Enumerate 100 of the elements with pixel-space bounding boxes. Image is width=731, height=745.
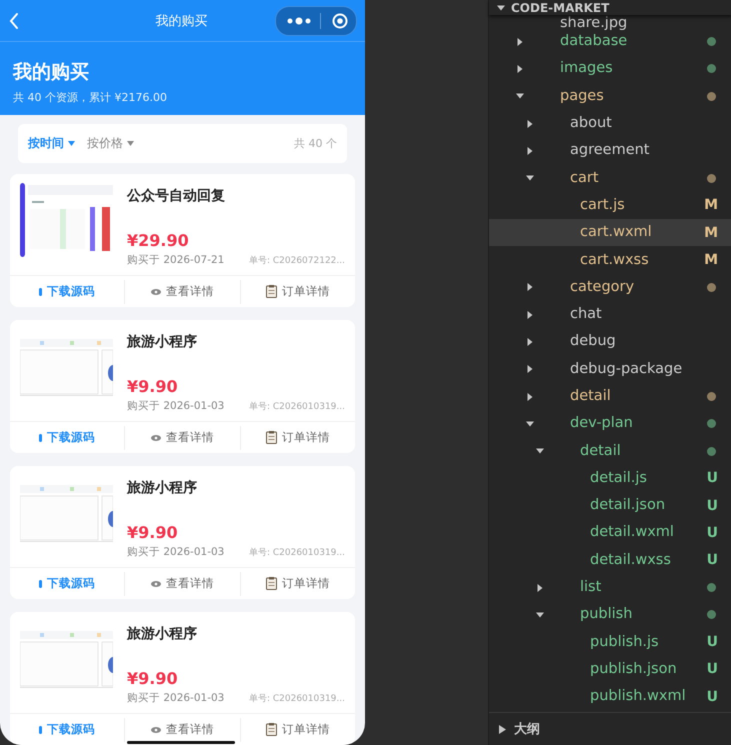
folder-row[interactable]: agreement	[489, 137, 731, 164]
order-number: 单号: C2026072122...	[248, 254, 345, 266]
folder-name: publish	[580, 606, 632, 624]
close-target-icon[interactable]	[332, 12, 348, 28]
order-number: 单号: C2026010319...	[248, 546, 345, 558]
file-name: publish.wxml	[590, 688, 686, 706]
product-title: 旅游小程序	[127, 333, 198, 351]
caret-right-icon	[526, 365, 534, 374]
clipboard-icon	[266, 285, 277, 298]
caret-down-icon	[526, 420, 534, 428]
caret-down-icon	[526, 174, 534, 182]
file-row[interactable]: cart.wxss M	[489, 246, 731, 274]
caret-right-icon	[526, 338, 534, 346]
file-row[interactable]: cart.wxml M	[489, 219, 731, 246]
folder-row[interactable]: chat	[489, 300, 731, 328]
price: ¥9.90	[127, 523, 179, 542]
dropdown-triangle-icon	[127, 141, 134, 146]
folder-name: debug	[570, 333, 616, 350]
git-status-label: M	[704, 224, 718, 241]
folder-name: chat	[570, 306, 602, 324]
file-row[interactable]: publish.json U	[489, 656, 731, 684]
product-title: 旅游小程序	[127, 479, 198, 497]
file-row[interactable]: detail.wxss U	[489, 546, 731, 574]
folder-name: category	[570, 278, 634, 296]
more-icon[interactable]	[287, 16, 311, 24]
summary-text: 共 40 个资源，累计 ¥2176.00	[13, 90, 168, 105]
folder-row[interactable]: publish	[489, 601, 731, 629]
caret-right-icon	[516, 64, 524, 73]
file-row[interactable]: detail.wxml U	[489, 519, 731, 547]
file-name: publish.json	[590, 660, 677, 678]
view-details-button[interactable]: 查看详情	[124, 426, 240, 450]
caret-down-icon	[536, 610, 544, 619]
eye-icon	[150, 434, 161, 440]
order-details-button[interactable]: 订单详情	[240, 718, 355, 742]
caret-down-icon	[516, 92, 524, 100]
folder-row[interactable]: images	[489, 55, 731, 83]
file-name: publish.js	[590, 634, 659, 651]
folder-name: dev-plan	[570, 415, 633, 432]
product-title: 旅游小程序	[127, 625, 198, 643]
folder-name: detail	[580, 442, 621, 460]
folder-name: database	[560, 33, 628, 50]
price: ¥29.90	[127, 231, 190, 250]
folder-name: agreement	[570, 142, 650, 160]
view-details-button[interactable]: 查看详情	[124, 280, 240, 304]
caret-right-icon	[526, 120, 534, 128]
download-icon	[39, 726, 42, 734]
folder-name: images	[560, 60, 613, 78]
total-count: 共 40 个	[294, 136, 337, 151]
order-number: 单号: C2026010319...	[248, 692, 345, 704]
order-details-button[interactable]: 订单详情	[240, 426, 355, 450]
folder-row[interactable]: cart	[489, 164, 731, 192]
folder-row[interactable]: dev-plan	[489, 410, 731, 438]
caret-right-icon	[526, 310, 534, 319]
folder-name: list	[580, 579, 602, 596]
back-icon[interactable]	[8, 12, 20, 30]
git-status-label: U	[706, 470, 718, 486]
file-name: cart.wxml	[580, 224, 652, 242]
caret-right-icon	[526, 283, 534, 292]
nav-title: 我的购买	[154, 12, 208, 30]
folder-row[interactable]: debug-package	[489, 356, 731, 383]
eye-icon	[150, 726, 161, 732]
sort-tab[interactable]: 按价格	[87, 135, 134, 152]
order-details-button[interactable]: 订单详情	[240, 280, 355, 304]
file-row[interactable]: publish.js U	[489, 628, 731, 656]
file-name: detail.js	[590, 470, 647, 487]
folder-name: cart	[570, 170, 599, 187]
price: ¥9.90	[127, 669, 179, 688]
project-title[interactable]: CODE-MARKET	[511, 1, 610, 15]
purchase-date: 购买于 2026-01-03	[127, 691, 224, 705]
clipboard-icon	[266, 723, 277, 736]
caret-right-icon	[526, 146, 534, 155]
folder-row[interactable]: detail	[489, 437, 731, 465]
folder-name: pages	[560, 88, 604, 105]
caret-down-icon[interactable]	[497, 4, 505, 12]
caret-right-icon	[499, 724, 506, 734]
eye-icon	[150, 288, 161, 294]
purchase-date: 购买于 2026-07-21	[127, 253, 224, 267]
view-details-button[interactable]: 查看详情	[124, 572, 240, 596]
folder-row[interactable]: debug	[489, 328, 731, 356]
purchase-date: 购买于 2026-01-03	[127, 545, 224, 559]
git-status-label: U	[706, 524, 718, 541]
order-details-button[interactable]: 订单详情	[240, 572, 355, 596]
file-name: cart.js	[580, 196, 625, 214]
file-name: detail.json	[590, 497, 666, 514]
folder-row[interactable]: pages	[489, 82, 731, 110]
folder-row[interactable]: category	[489, 274, 731, 301]
file-row[interactable]: publish.wxml U	[489, 683, 731, 710]
folder-row[interactable]: list	[489, 574, 731, 602]
folder-row[interactable]: detail	[489, 382, 731, 410]
folder-name: debug-package	[570, 360, 682, 378]
folder-name: detail	[570, 388, 611, 405]
git-status-label: U	[706, 552, 718, 568]
folder-row[interactable]: about	[489, 110, 731, 138]
file-row[interactable]: detail.json U	[489, 492, 731, 520]
dropdown-triangle-icon	[68, 141, 75, 146]
purchase-date: 购买于 2026-01-03	[127, 399, 224, 413]
file-row[interactable]: detail.js U	[489, 464, 731, 492]
order-number: 单号: C2026010319...	[248, 400, 345, 412]
caret-down-icon	[536, 447, 544, 456]
file-row[interactable]: cart.js M	[489, 192, 731, 220]
